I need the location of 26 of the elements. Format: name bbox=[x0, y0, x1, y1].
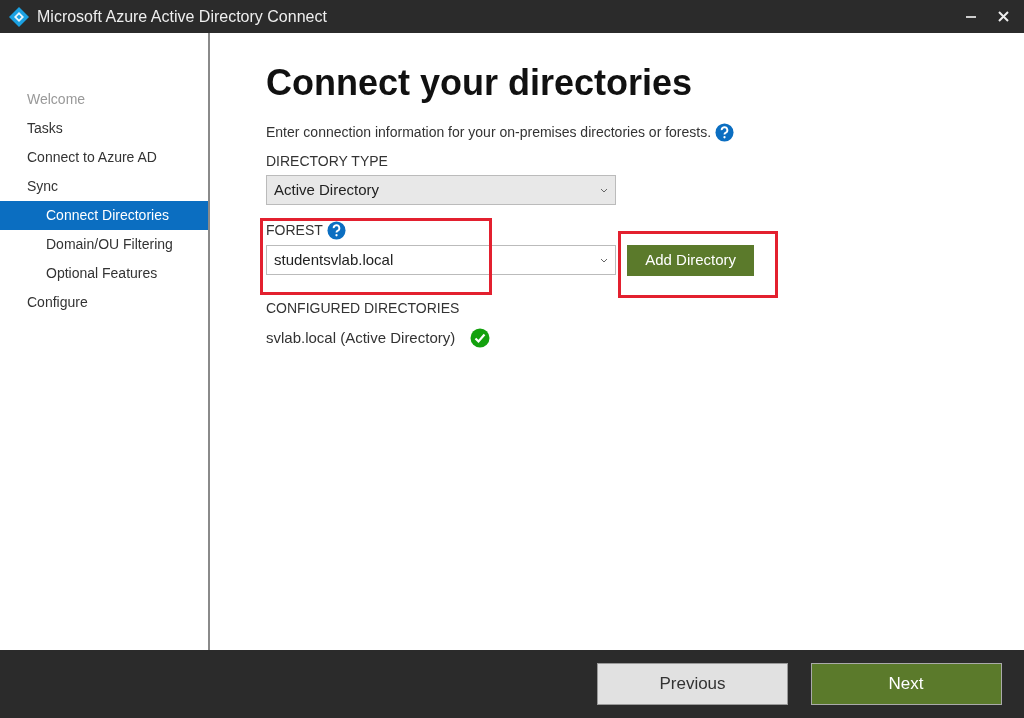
forest-dropdown[interactable]: studentsvlab.local bbox=[266, 245, 616, 276]
sidebar-item[interactable]: Optional Features bbox=[0, 259, 208, 288]
help-icon[interactable] bbox=[714, 123, 734, 143]
directory-type-dropdown[interactable]: Active Directory bbox=[266, 175, 616, 206]
window-title: Microsoft Azure Active Directory Connect bbox=[37, 6, 327, 27]
sidebar-item[interactable]: Connect to Azure AD bbox=[0, 143, 208, 172]
minimize-icon[interactable] bbox=[965, 15, 976, 18]
field-label: DIRECTORY TYPE bbox=[266, 151, 389, 171]
help-icon[interactable] bbox=[326, 221, 346, 241]
intro-text: Enter connection information for your on-premises directories or forests. bbox=[266, 123, 712, 143]
chevron-icon bbox=[600, 257, 608, 263]
page-heading: Connect your directories bbox=[266, 61, 694, 105]
add-directory-button[interactable]: Add Directory bbox=[627, 245, 755, 276]
field-label: FOREST bbox=[266, 221, 323, 241]
sidebar-item[interactable]: Domain/OU Filtering bbox=[0, 230, 208, 259]
configured-directory: svlab.local (Active Directory) bbox=[266, 327, 456, 348]
sidebar-item[interactable]: Connect Directories bbox=[0, 201, 208, 230]
sidebar-item[interactable]: Configure bbox=[0, 288, 208, 317]
sidebar-item[interactable]: Tasks bbox=[0, 114, 208, 143]
next-button[interactable]: Next bbox=[810, 663, 1002, 705]
chevron-icon bbox=[600, 187, 608, 193]
previous-button[interactable]: Previous bbox=[597, 663, 788, 705]
close-icon[interactable] bbox=[998, 11, 1009, 22]
section-label: CONFIGURED DIRECTORIES bbox=[266, 299, 461, 319]
app-logo-icon bbox=[7, 5, 30, 28]
sidebar-item[interactable]: Sync bbox=[0, 172, 208, 201]
